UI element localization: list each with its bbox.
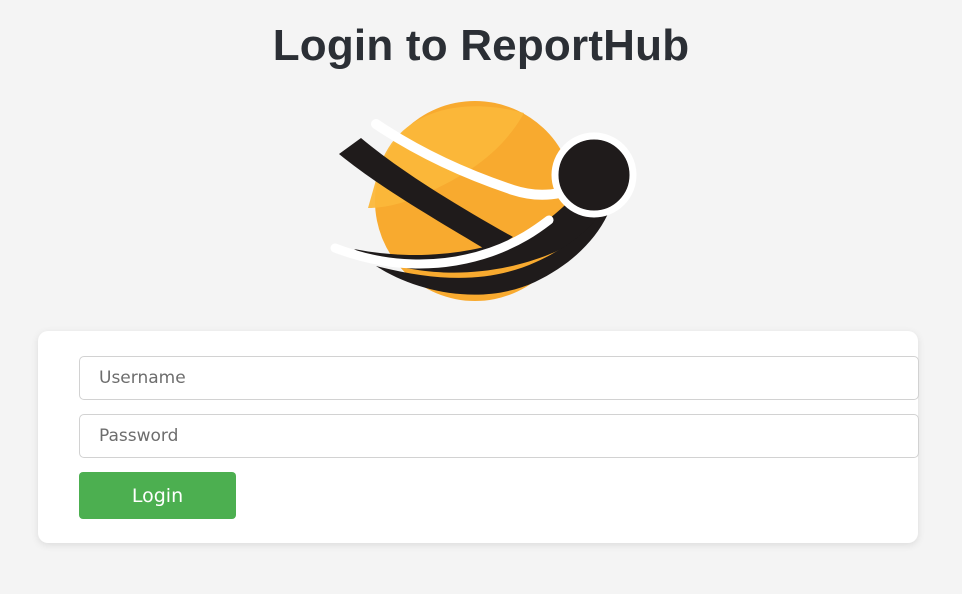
- password-input[interactable]: [79, 414, 919, 458]
- reporthub-logo-icon: [300, 96, 650, 306]
- username-input[interactable]: [79, 356, 919, 400]
- login-card: Login: [38, 331, 919, 543]
- page-title: Login to ReportHub: [272, 21, 690, 70]
- login-button[interactable]: Login: [79, 472, 236, 519]
